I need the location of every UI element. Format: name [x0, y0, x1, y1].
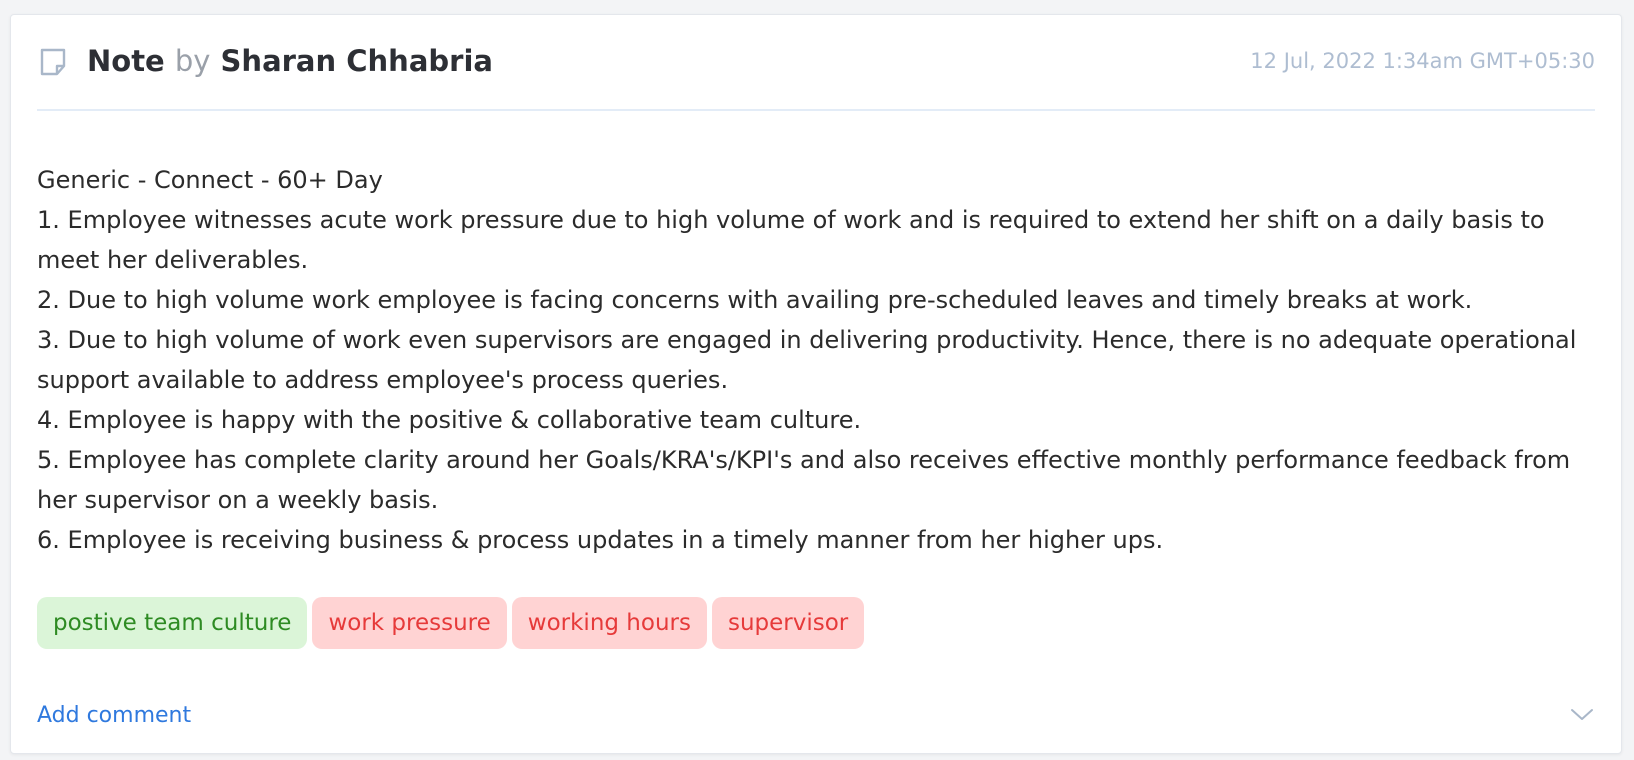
note-timestamp: 12 Jul, 2022 1:34am GMT+05:30: [1250, 49, 1595, 73]
note-header: Note by Sharan Chhabria 12 Jul, 2022 1:3…: [37, 15, 1595, 111]
note-line: 6. Employee is receiving business & proc…: [37, 526, 1164, 554]
add-comment-link[interactable]: Add comment: [37, 703, 191, 728]
note-icon: [37, 46, 69, 78]
tag-supervisor[interactable]: supervisor: [711, 597, 865, 649]
tag-list: postive team culture work pressure worki…: [37, 597, 865, 649]
note-line: 4. Employee is happy with the positive &…: [37, 406, 862, 434]
tag-working-hours[interactable]: working hours: [511, 597, 707, 649]
note-line: Generic - Connect - 60+ Day: [37, 166, 383, 194]
note-line: 1. Employee witnesses acute work pressur…: [37, 206, 1545, 274]
note-title: Note by Sharan Chhabria: [87, 44, 493, 78]
note-by-label: by: [174, 44, 211, 78]
chevron-down-icon[interactable]: [1569, 705, 1595, 725]
note-label: Note: [87, 44, 165, 78]
tag-work-pressure[interactable]: work pressure: [312, 597, 507, 649]
note-line: 2. Due to high volume work employee is f…: [37, 286, 1473, 314]
note-card: Note by Sharan Chhabria 12 Jul, 2022 1:3…: [10, 14, 1622, 754]
note-line: 3. Due to high volume of work even super…: [37, 326, 1577, 394]
note-body: Generic - Connect - 60+ Day 1. Employee …: [37, 160, 1595, 560]
note-author: Sharan Chhabria: [220, 44, 493, 78]
note-line: 5. Employee has complete clarity around …: [37, 446, 1571, 514]
note-footer: Add comment: [37, 695, 1595, 735]
tag-positive-team-culture[interactable]: postive team culture: [37, 597, 308, 649]
